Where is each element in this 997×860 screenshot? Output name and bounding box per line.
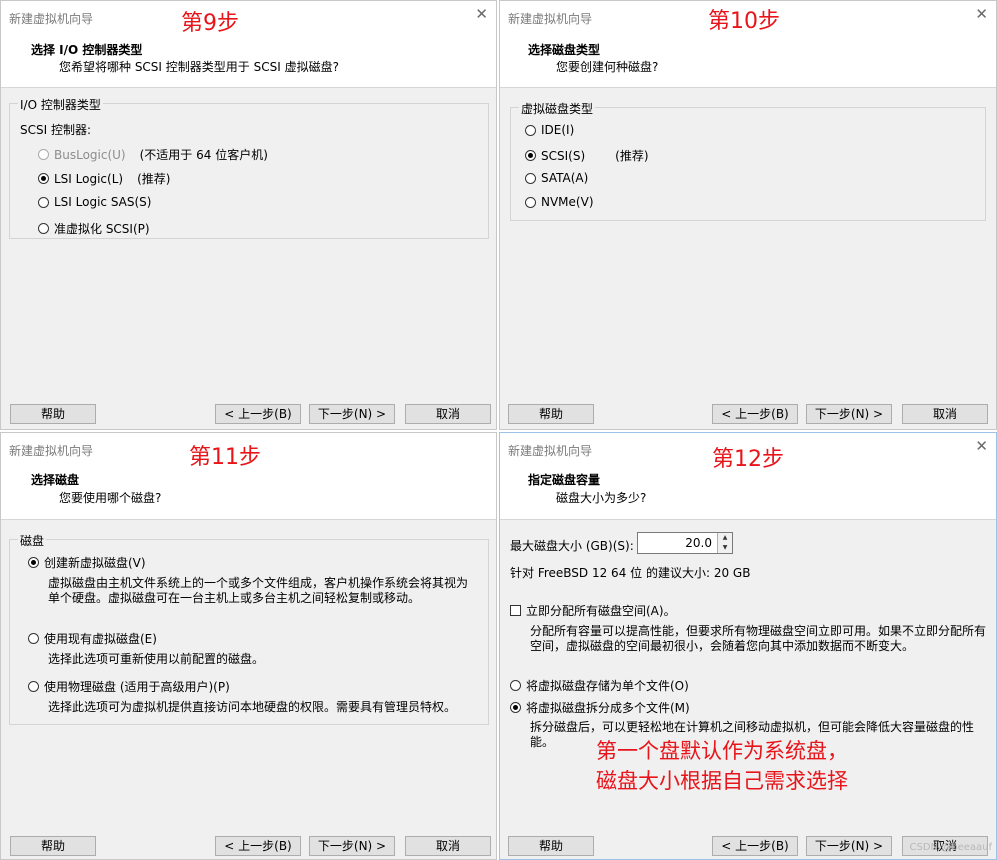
recommended-size: 针对 FreeBSD 12 64 位 的建议大小: 20 GB [510, 566, 751, 580]
group-label: I/O 控制器类型 [18, 96, 103, 113]
radio-single-file[interactable]: 将虚拟磁盘存储为单个文件(O) [510, 677, 689, 694]
radio-icon [525, 172, 536, 184]
wizard-disk-capacity: 新建虚拟机向导 ✕ 第12步 指定磁盘容量 磁盘大小为多少? 最大磁盘大小 (G… [499, 432, 997, 860]
radio-lsi-logic[interactable]: LSI Logic(L) (推荐) [38, 170, 170, 187]
spin-up-icon[interactable]: ▲ [718, 533, 732, 543]
radio-icon [510, 680, 521, 691]
page-title: 指定磁盘容量 [528, 473, 601, 487]
next-button[interactable]: 下一步(N) > [806, 404, 892, 424]
option-description: 虚拟磁盘由主机文件系统上的一个或多个文件组成，客户机操作系统会将其视为 单个硬盘… [48, 576, 469, 605]
allocate-description: 分配所有容量可以提高性能，但要求所有物理磁盘空间立即可用。如果不立即分配所有 空… [530, 624, 987, 653]
radio-selected-icon [38, 173, 49, 184]
next-button[interactable]: 下一步(N) > [309, 836, 395, 856]
step-label: 第11步 [189, 445, 261, 470]
disk-type-group: 虚拟磁盘类型 IDE(I) SCSI(S) (推荐) SATA(A) NVMe(… [510, 100, 986, 221]
close-icon[interactable]: ✕ [475, 5, 488, 23]
radio-icon [38, 196, 49, 208]
back-button[interactable]: < 上一步(B) [215, 836, 301, 856]
wizard-header: 新建虚拟机向导 第11步 选择磁盘 您要使用哪个磁盘? [1, 433, 496, 520]
back-button[interactable]: < 上一步(B) [712, 836, 798, 856]
wizard-select-disk: 新建虚拟机向导 第11步 选择磁盘 您要使用哪个磁盘? 磁盘 创建新虚拟磁盘(V… [0, 432, 497, 860]
max-size-spinner[interactable]: 20.0 ▲ ▼ [637, 532, 733, 554]
step-label: 第10步 [708, 9, 780, 34]
wizard-header: 新建虚拟机向导 ✕ 第10步 选择磁盘类型 您要创建何种磁盘? [500, 1, 996, 88]
page-title: 选择磁盘类型 [528, 43, 601, 57]
help-button[interactable]: 帮助 [508, 404, 594, 424]
step-label: 第12步 [712, 447, 784, 472]
radio-selected-icon [510, 702, 521, 713]
radio-buslogic[interactable]: BusLogic(U) (不适用于 64 位客户机) [38, 146, 268, 163]
disk-group: 磁盘 创建新虚拟磁盘(V) 虚拟磁盘由主机文件系统上的一个或多个文件组成，客户机… [9, 532, 489, 725]
radio-icon [38, 149, 49, 160]
max-size-label: 最大磁盘大小 (GB)(S): [510, 539, 634, 553]
cancel-button[interactable]: 取消 [405, 404, 491, 424]
cancel-button[interactable]: 取消 [405, 836, 491, 856]
checkbox-icon [510, 605, 521, 616]
scsi-controller-label: SCSI 控制器: [20, 123, 92, 137]
radio-ide[interactable]: IDE(I) [525, 123, 574, 137]
help-button[interactable]: 帮助 [508, 836, 594, 856]
radio-scsi[interactable]: SCSI(S) (推荐) [525, 147, 649, 164]
radio-sata[interactable]: SATA(A) [525, 171, 588, 185]
annotation-line-1: 第一个盘默认作为系统盘， [596, 739, 848, 763]
max-size-value: 20.0 [685, 536, 712, 550]
next-button[interactable]: 下一步(N) > [309, 404, 395, 424]
option-description: 选择此选项可为虚拟机提供直接访问本地硬盘的权限。需要具有管理员特权。 [48, 700, 457, 714]
page-title: 选择 I/O 控制器类型 [31, 43, 143, 57]
cancel-button[interactable]: 取消 [902, 404, 988, 424]
help-button[interactable]: 帮助 [10, 404, 96, 424]
group-label: 磁盘 [18, 532, 47, 549]
radio-icon [525, 196, 536, 208]
spin-down-icon[interactable]: ▼ [718, 543, 732, 553]
page-subtitle: 您希望将哪种 SCSI 控制器类型用于 SCSI 虚拟磁盘? [59, 60, 339, 74]
wizard-io-controller: 新建虚拟机向导 ✕ 第9步 选择 I/O 控制器类型 您希望将哪种 SCSI 控… [0, 0, 497, 430]
option-description: 选择此选项可重新使用以前配置的磁盘。 [48, 652, 265, 666]
wizard-disk-type: 新建虚拟机向导 ✕ 第10步 选择磁盘类型 您要创建何种磁盘? 虚拟磁盘类型 I… [499, 0, 997, 430]
back-button[interactable]: < 上一步(B) [215, 404, 301, 424]
allocate-all-checkbox[interactable]: 立即分配所有磁盘空间(A)。 [510, 602, 676, 619]
help-button[interactable]: 帮助 [10, 836, 96, 856]
radio-create-new-disk[interactable]: 创建新虚拟磁盘(V) [28, 554, 146, 571]
group-label: 虚拟磁盘类型 [519, 100, 596, 117]
radio-icon [28, 681, 39, 692]
page-subtitle: 您要创建何种磁盘? [556, 60, 659, 74]
radio-paravirtual-scsi[interactable]: 准虚拟化 SCSI(P) [38, 220, 150, 237]
page-title: 选择磁盘 [31, 473, 80, 487]
page-subtitle: 磁盘大小为多少? [556, 491, 647, 505]
watermark: CSDN @beeaauf [909, 842, 992, 853]
radio-icon [525, 124, 536, 136]
window-title: 新建虚拟机向导 [9, 12, 94, 26]
radio-selected-icon [28, 557, 39, 568]
window-title: 新建虚拟机向导 [9, 444, 94, 458]
close-icon[interactable]: ✕ [975, 5, 988, 23]
radio-use-existing-disk[interactable]: 使用现有虚拟磁盘(E) [28, 630, 157, 647]
page-subtitle: 您要使用哪个磁盘? [59, 491, 162, 505]
back-button[interactable]: < 上一步(B) [712, 404, 798, 424]
wizard-header: 新建虚拟机向导 ✕ 第9步 选择 I/O 控制器类型 您希望将哪种 SCSI 控… [1, 1, 496, 88]
radio-use-physical-disk[interactable]: 使用物理磁盘 (适用于高级用户)(P) [28, 678, 230, 695]
close-icon[interactable]: ✕ [975, 437, 988, 455]
next-button[interactable]: 下一步(N) > [806, 836, 892, 856]
radio-icon [28, 633, 39, 644]
wizard-header: 新建虚拟机向导 ✕ 第12步 指定磁盘容量 磁盘大小为多少? [500, 433, 996, 520]
radio-icon [38, 223, 49, 234]
radio-selected-icon [525, 150, 536, 161]
radio-lsi-logic-sas[interactable]: LSI Logic SAS(S) [38, 195, 151, 209]
radio-nvme[interactable]: NVMe(V) [525, 195, 594, 209]
step-label: 第9步 [181, 11, 239, 36]
window-title: 新建虚拟机向导 [508, 444, 593, 458]
io-controller-group: I/O 控制器类型 SCSI 控制器: BusLogic(U) (不适用于 64… [9, 96, 489, 239]
window-title: 新建虚拟机向导 [508, 12, 593, 26]
annotation-line-2: 磁盘大小根据自己需求选择 [596, 769, 848, 793]
radio-split-files[interactable]: 将虚拟磁盘拆分成多个文件(M) [510, 699, 690, 716]
spinner-buttons[interactable]: ▲ ▼ [717, 533, 732, 553]
